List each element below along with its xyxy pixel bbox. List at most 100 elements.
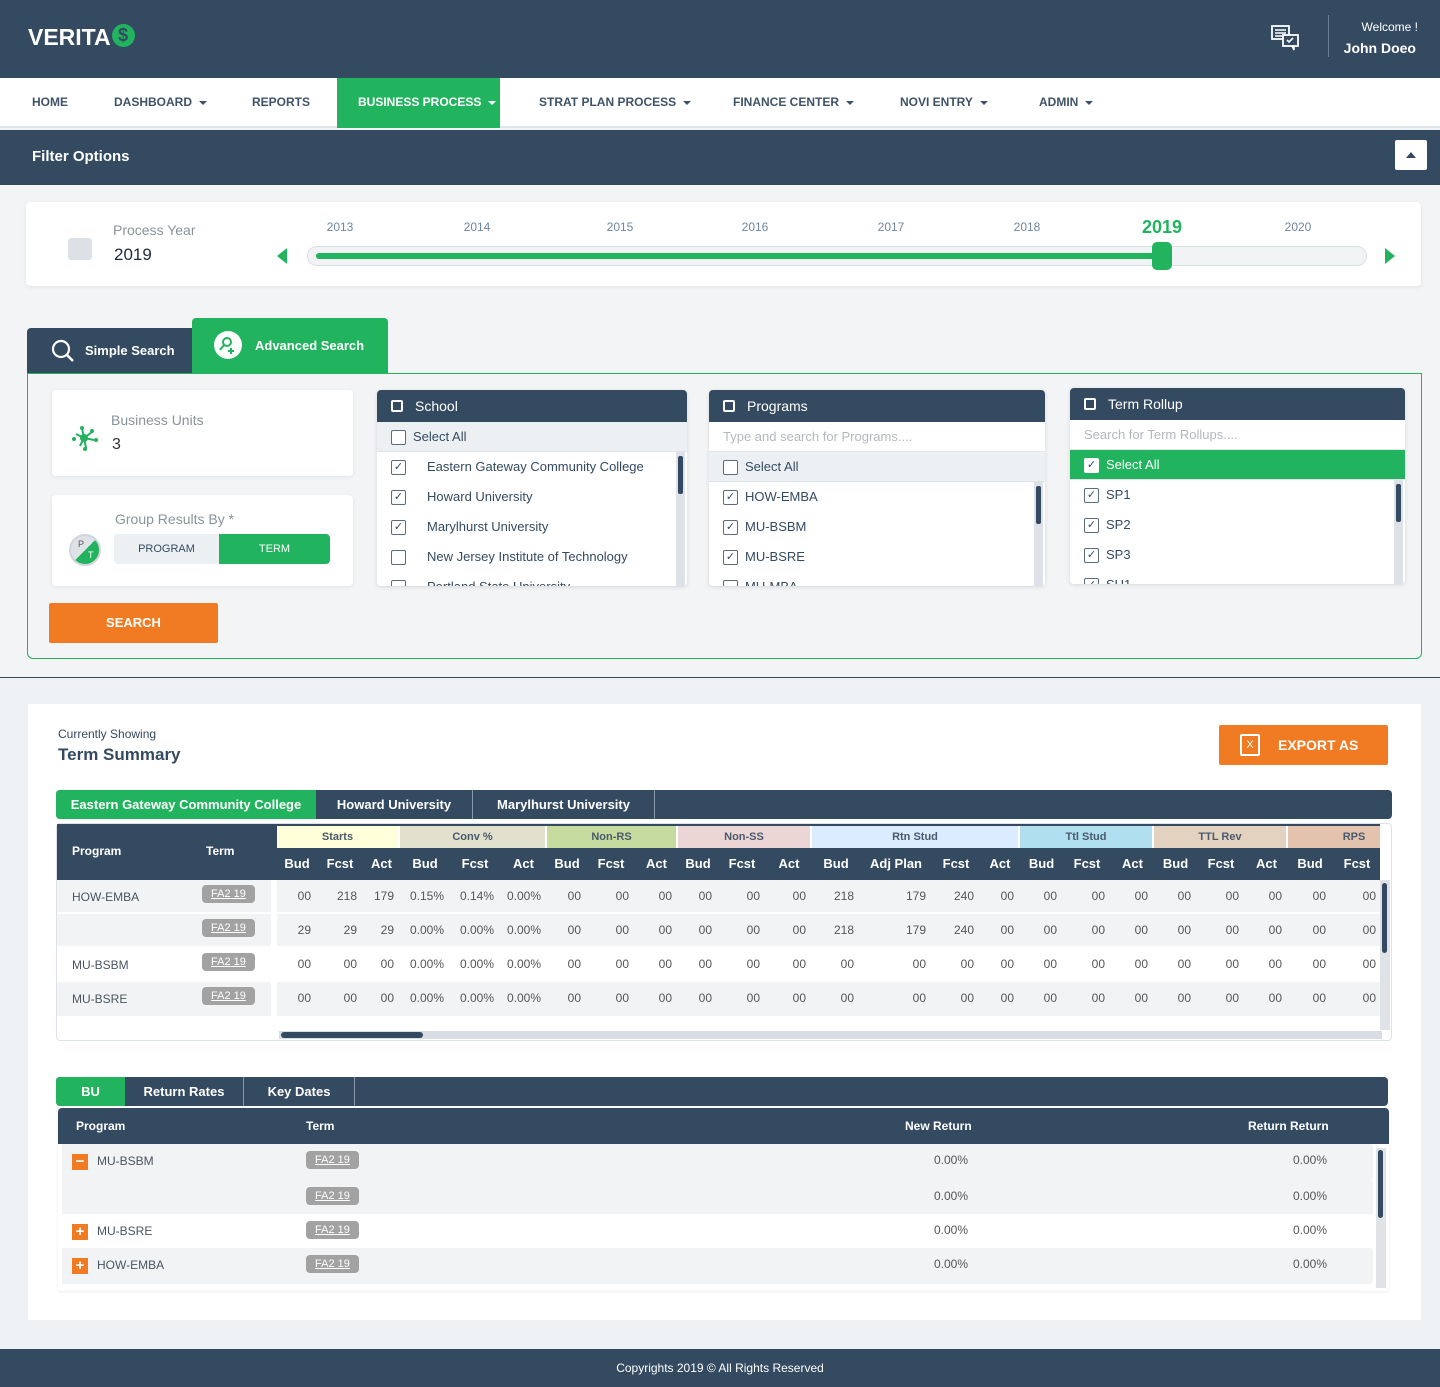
tab-simple-search[interactable]: Simple Search [27,328,193,374]
list-item[interactable]: ✓ Marylhurst University [377,512,687,542]
tab-key-dates[interactable]: Key Dates [244,1077,355,1106]
vertical-scrollbar[interactable] [1380,880,1390,1030]
term-badge[interactable]: FA2 19 [202,919,255,937]
tab-school[interactable]: Eastern Gateway Community College [56,790,316,819]
list-item[interactable]: ✓ Eastern Gateway Community College [377,452,687,482]
year-tick[interactable]: 2014 [464,220,491,234]
table-cell: 00 [1000,957,1014,971]
user-name[interactable]: John Doeo [1344,40,1416,56]
vertical-scrollbar[interactable] [1376,1148,1386,1288]
nav-finance-center[interactable]: FINANCE CENTER [733,78,855,128]
checkbox-checked[interactable]: ✓ [723,550,738,565]
list-item[interactable]: ✓ SP2 [1070,510,1405,540]
year-slider-thumb[interactable] [1152,242,1172,270]
term-badge[interactable]: FA2 19 [202,885,255,903]
collapse-filter-button[interactable] [1395,140,1427,170]
checkbox-checked[interactable]: ✓ [1084,458,1099,473]
column-group-header: Ttl Stud [1020,826,1152,848]
term-rollup-header: Term Rollup [1070,388,1405,420]
nav-strat-plan-process[interactable]: STRAT PLAN PROCESS [539,78,692,128]
scroll-thumb[interactable] [1382,883,1387,953]
list-item[interactable]: ✓ SU1 [1070,570,1405,584]
term-badge[interactable]: FA2 19 [306,1187,359,1205]
expand-plus-icon[interactable]: + [72,1258,88,1274]
list-item[interactable]: ✓ SP1 [1070,480,1405,510]
checkbox-checked[interactable]: ✓ [1084,578,1099,584]
list-item[interactable]: ✓ SP3 [1070,540,1405,570]
year-tick[interactable]: 2016 [742,220,769,234]
table-cell: 00 [746,889,760,903]
logo[interactable]: VERITA $ [28,24,135,51]
list-item[interactable]: ✓ HOW-EMBA [709,482,1045,512]
scroll-thumb[interactable] [1396,484,1401,522]
scroll-thumb[interactable] [678,456,683,494]
programs-panel: Programs Select All ✓ HOW-EMBA ✓ MU-BSBM ✓ MU… [709,390,1045,586]
column-header: Bud [823,856,849,871]
term-badge[interactable]: FA2 19 [202,987,255,1005]
year-next-arrow-icon[interactable] [1385,248,1395,264]
checkbox[interactable] [391,430,406,445]
nav-reports[interactable]: REPORTS [252,78,310,128]
process-year-label: Process Year [113,222,196,238]
checkbox-checked[interactable]: ✓ [1084,488,1099,503]
year-tick[interactable]: 2017 [878,220,905,234]
year-prev-arrow-icon[interactable] [277,248,287,264]
checkbox-checked[interactable]: ✓ [723,490,738,505]
tab-advanced-search[interactable]: Advanced Search [192,318,388,374]
program-name: MU-BSBM [97,1154,154,1168]
term-badge[interactable]: FA2 19 [202,953,255,971]
term-badge[interactable]: FA2 19 [306,1221,359,1239]
checkbox-checked[interactable]: ✓ [723,520,738,535]
scroll-thumb[interactable] [1036,486,1041,524]
business-units-label: Business Units [111,412,204,428]
group-by-term-option[interactable]: TERM [219,534,330,564]
horizontal-scroll-thumb[interactable] [281,1032,423,1038]
list-item[interactable]: ✓ Howard University [377,482,687,512]
nav-novi-entry[interactable]: NOVI ENTRY [900,78,988,128]
list-item[interactable]: New Jersey Institute of Technology [377,542,687,572]
programs-search-input[interactable] [709,422,1045,452]
expand-plus-icon[interactable]: + [72,1224,88,1240]
scroll-thumb[interactable] [1378,1150,1383,1218]
checkbox[interactable] [391,550,406,565]
term-rollup-search-input[interactable] [1070,420,1405,450]
tab-return-rates[interactable]: Return Rates [125,1077,244,1106]
year-tick[interactable]: 2018 [1014,220,1041,234]
search-button[interactable]: SEARCH [49,603,218,643]
programs-select-all[interactable]: Select All [709,452,1045,482]
table-cell: 00 [1362,889,1376,903]
group-by-program-option[interactable]: PROGRAM [114,534,219,564]
collapse-minus-icon[interactable]: − [72,1154,88,1170]
checkbox[interactable] [723,460,738,475]
term-badge[interactable]: FA2 19 [306,1255,359,1273]
checkbox-checked[interactable]: ✓ [391,460,406,475]
nav-business-process[interactable]: BUSINESS PROCESS [337,78,500,128]
horizontal-scrollbar[interactable] [279,1031,1382,1039]
checkbox[interactable] [723,580,738,586]
term-rollup-select-all[interactable]: ✓ Select All [1070,450,1405,480]
term-badge[interactable]: FA2 19 [306,1151,359,1169]
checkbox-checked[interactable]: ✓ [391,490,406,505]
nav-dashboard[interactable]: DASHBOARD [114,78,207,128]
list-item[interactable]: MU-MBA [709,572,1045,586]
year-tick[interactable]: 2020 [1285,220,1312,234]
table-cell: 00 [1225,889,1239,903]
checkbox[interactable] [391,580,406,586]
checkbox-checked[interactable]: ✓ [1084,518,1099,533]
list-item[interactable]: ✓ MU-BSBM [709,512,1045,542]
year-tick[interactable]: 2013 [327,220,354,234]
year-tick[interactable]: 2019 [1142,217,1182,238]
table-cell: 00 [1177,923,1191,937]
tab-school[interactable]: Howard University [316,790,473,819]
school-select-all[interactable]: Select All [377,422,687,452]
checkbox-checked[interactable]: ✓ [391,520,406,535]
nav-admin[interactable]: ADMIN [1039,78,1094,128]
tab-school[interactable]: Marylhurst University [473,790,655,819]
checkbox-checked[interactable]: ✓ [1084,548,1099,563]
list-item[interactable]: Portland State University [377,572,687,586]
list-item[interactable]: ✓ MU-BSRE [709,542,1045,572]
chat-check-icon[interactable] [1270,24,1302,52]
year-tick[interactable]: 2015 [607,220,634,234]
tab-bu[interactable]: BU [56,1077,125,1106]
nav-home[interactable]: HOME [32,78,68,128]
